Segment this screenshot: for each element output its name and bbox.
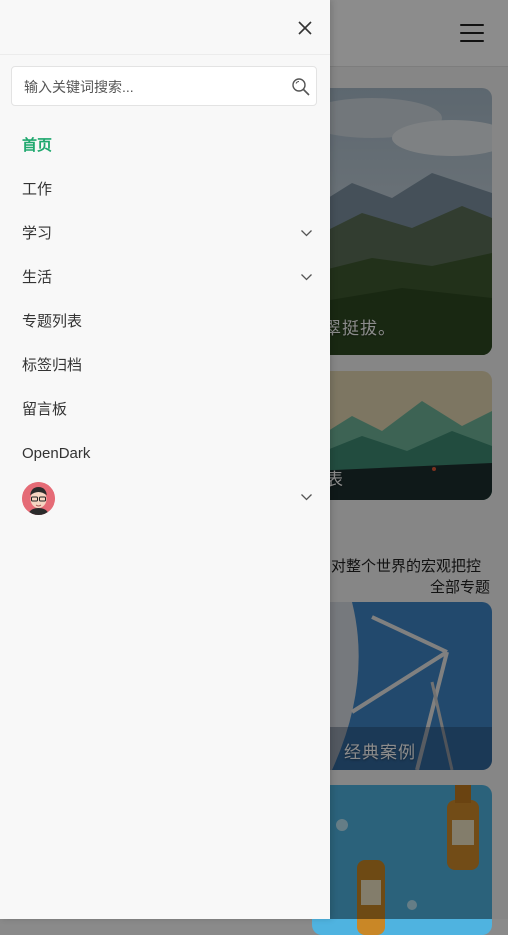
- nav-item[interactable]: 标签归档: [0, 344, 330, 388]
- nav-item[interactable]: 生活: [0, 256, 330, 300]
- nav-item[interactable]: 学习: [0, 212, 330, 256]
- search-icon[interactable]: [291, 77, 311, 97]
- nav-item-label: 专题列表: [22, 313, 83, 330]
- close-icon[interactable]: [294, 17, 316, 39]
- nav-item-label: 首页: [22, 137, 53, 154]
- nav-item[interactable]: OpenDark: [0, 432, 330, 476]
- nav-item-label: 学习: [22, 225, 53, 242]
- drawer-header: [0, 0, 330, 55]
- chevron-down-icon[interactable]: [300, 228, 313, 238]
- nav-item-label: 留言板: [22, 401, 68, 418]
- nav-item[interactable]: 留言板: [0, 388, 330, 432]
- user-menu[interactable]: [0, 476, 330, 520]
- search-input[interactable]: [22, 67, 288, 107]
- nav-item[interactable]: 工作: [0, 168, 330, 212]
- nav-item[interactable]: 首页: [0, 124, 330, 168]
- drawer-nav: 首页工作学习 生活 专题列表标签归档留言板 OpenDark: [0, 124, 330, 520]
- nav-item-label: OpenDark: [22, 445, 91, 462]
- nav-item[interactable]: 专题列表: [0, 300, 330, 344]
- nav-item-label: 标签归档: [22, 357, 83, 374]
- chevron-down-icon[interactable]: [300, 272, 313, 282]
- chevron-down-icon[interactable]: [300, 492, 313, 502]
- side-drawer: 首页工作学习 生活 专题列表标签归档留言板 OpenDark: [0, 0, 330, 919]
- nav-item-label: 工作: [22, 181, 53, 198]
- nav-item-label: 生活: [22, 269, 53, 286]
- avatar[interactable]: [22, 482, 55, 515]
- search-box: [11, 66, 317, 107]
